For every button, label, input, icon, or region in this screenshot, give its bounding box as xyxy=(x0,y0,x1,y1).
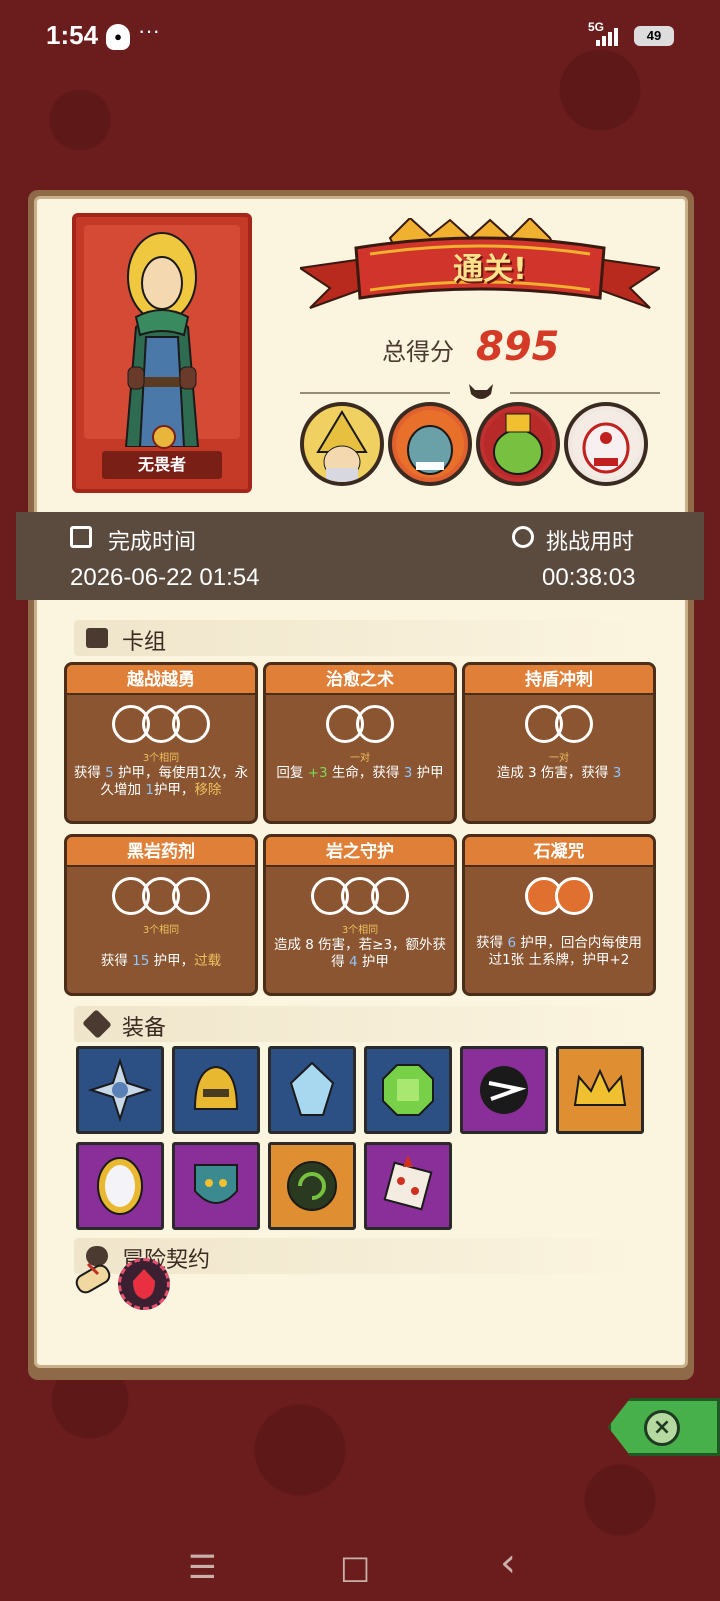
equipment-golden-helmet[interactable] xyxy=(172,1046,260,1134)
red-demon-icon[interactable] xyxy=(118,1258,170,1310)
equipment-green-gem[interactable] xyxy=(364,1046,452,1134)
back-icon[interactable]: ‹ xyxy=(500,1540,516,1586)
equipment-shadow-rune[interactable] xyxy=(460,1046,548,1134)
signal-icon xyxy=(596,26,618,46)
card-count-circles xyxy=(465,877,653,915)
hero-image xyxy=(124,232,200,447)
divider-left xyxy=(300,392,450,394)
deck-section-header: 卡组 xyxy=(74,620,646,656)
score-label: 总得分 xyxy=(382,338,454,366)
boss-portrait-3 xyxy=(476,402,560,486)
status-bar: 1:54 ● ··· 5G 49 xyxy=(0,0,720,72)
equipment-gold-crown[interactable] xyxy=(556,1046,644,1134)
box-icon xyxy=(82,1009,112,1039)
stopwatch-icon xyxy=(512,526,534,548)
card-desc: 获得 15 护甲，过载 xyxy=(100,953,222,969)
equipment-spiked-dice[interactable] xyxy=(364,1142,452,1230)
card-desc: 造成 3 伤害，获得 3 xyxy=(496,765,622,781)
boss-portrait-2 xyxy=(388,402,472,486)
scroll-icon[interactable] xyxy=(70,1256,116,1302)
menu-icon[interactable]: ☰ xyxy=(188,1548,217,1586)
card-desc: 回复 +3 生命，获得 3 护甲 xyxy=(276,765,444,781)
deck-card[interactable]: 岩之守护 3个相同 造成 8 伤害，若≥3，额外获得 4 护甲 xyxy=(263,834,457,996)
card-sub: 一对 xyxy=(350,753,370,764)
card-title: 黑岩药剂 xyxy=(67,837,255,867)
card-sub: 3个相同 xyxy=(341,925,379,936)
card-count-circles xyxy=(67,877,255,915)
more-dots: ··· xyxy=(138,18,160,43)
deck-card[interactable]: 石凝咒 获得 6 护甲，回合内每使用过1张 土系牌，护甲+2 xyxy=(462,834,656,996)
equipment-magic-mirror[interactable] xyxy=(76,1142,164,1230)
card-desc: 获得 6 护甲，回合内每使用过1张 土系牌，护甲+2 xyxy=(476,935,642,968)
duration-value: 00:38:03 xyxy=(542,564,636,591)
completion-label: 完成时间 xyxy=(108,530,197,555)
qq-icon: ● xyxy=(106,24,130,50)
card-sub: 3个相同 xyxy=(142,925,180,936)
card-title: 持盾冲刺 xyxy=(465,665,653,695)
medal-icon xyxy=(152,425,176,449)
card-title: 治愈之术 xyxy=(266,665,454,695)
deck-card[interactable]: 治愈之术 一对 回复 +3 生命，获得 3 护甲 xyxy=(263,662,457,824)
card-count-circles xyxy=(465,705,653,743)
card-title: 越战越勇 xyxy=(67,665,255,695)
equipment-snowflake-badge[interactable] xyxy=(76,1046,164,1134)
card-sub: 3个相同 xyxy=(142,753,180,764)
home-icon[interactable]: □ xyxy=(340,1548,370,1586)
cards-icon xyxy=(86,628,108,648)
system-nav-bar: ☰ □ ‹ xyxy=(0,1530,720,1601)
deck-card[interactable]: 越战越勇 3个相同 获得 5 护甲，每使用1次，永久增加 1护甲，移除 xyxy=(64,662,258,824)
deck-card[interactable]: 持盾冲刺 一对 造成 3 伤害，获得 3 xyxy=(462,662,656,824)
film-icon xyxy=(70,526,92,548)
boss-portrait-1 xyxy=(300,402,384,486)
equipment-demon-shield[interactable] xyxy=(172,1142,260,1230)
boss-portrait-4 xyxy=(564,402,648,486)
equipment-blue-crystal[interactable] xyxy=(268,1046,356,1134)
score-value: 895 xyxy=(476,324,560,370)
equipment-section-header: 装备 xyxy=(74,1006,646,1042)
card-count-circles xyxy=(266,877,454,915)
deck-title: 卡组 xyxy=(122,630,167,655)
close-icon[interactable]: × xyxy=(644,1410,680,1446)
hero-name: 无畏者 xyxy=(102,451,222,479)
hero-portrait: 无畏者 xyxy=(72,213,252,493)
card-sub: 一对 xyxy=(549,753,569,764)
equipment-title: 装备 xyxy=(122,1016,167,1041)
battery-icon: 49 xyxy=(634,26,674,46)
completion-value: 2026-06-22 01:54 xyxy=(70,564,260,591)
skull-icon xyxy=(469,384,493,399)
victory-title: 通关! xyxy=(453,252,527,287)
card-desc: 获得 5 护甲，每使用1次，永久增加 1护甲，移除 xyxy=(73,765,249,798)
card-desc: 造成 8 伤害，若≥3，额外获得 4 护甲 xyxy=(273,937,447,970)
card-title: 石凝咒 xyxy=(465,837,653,867)
equipment-ammonite-fossil[interactable] xyxy=(268,1142,356,1230)
card-count-circles xyxy=(67,705,255,743)
divider-right xyxy=(510,392,660,394)
time-info-bar: 完成时间 2026-06-22 01:54 挑战用时 00:38:03 xyxy=(16,512,704,600)
duration-label: 挑战用时 xyxy=(546,530,635,555)
card-title: 岩之守护 xyxy=(266,837,454,867)
deck-card[interactable]: 黑岩药剂 3个相同 获得 15 护甲，过载 xyxy=(64,834,258,996)
status-time: 1:54 xyxy=(46,20,99,50)
card-count-circles xyxy=(266,705,454,743)
